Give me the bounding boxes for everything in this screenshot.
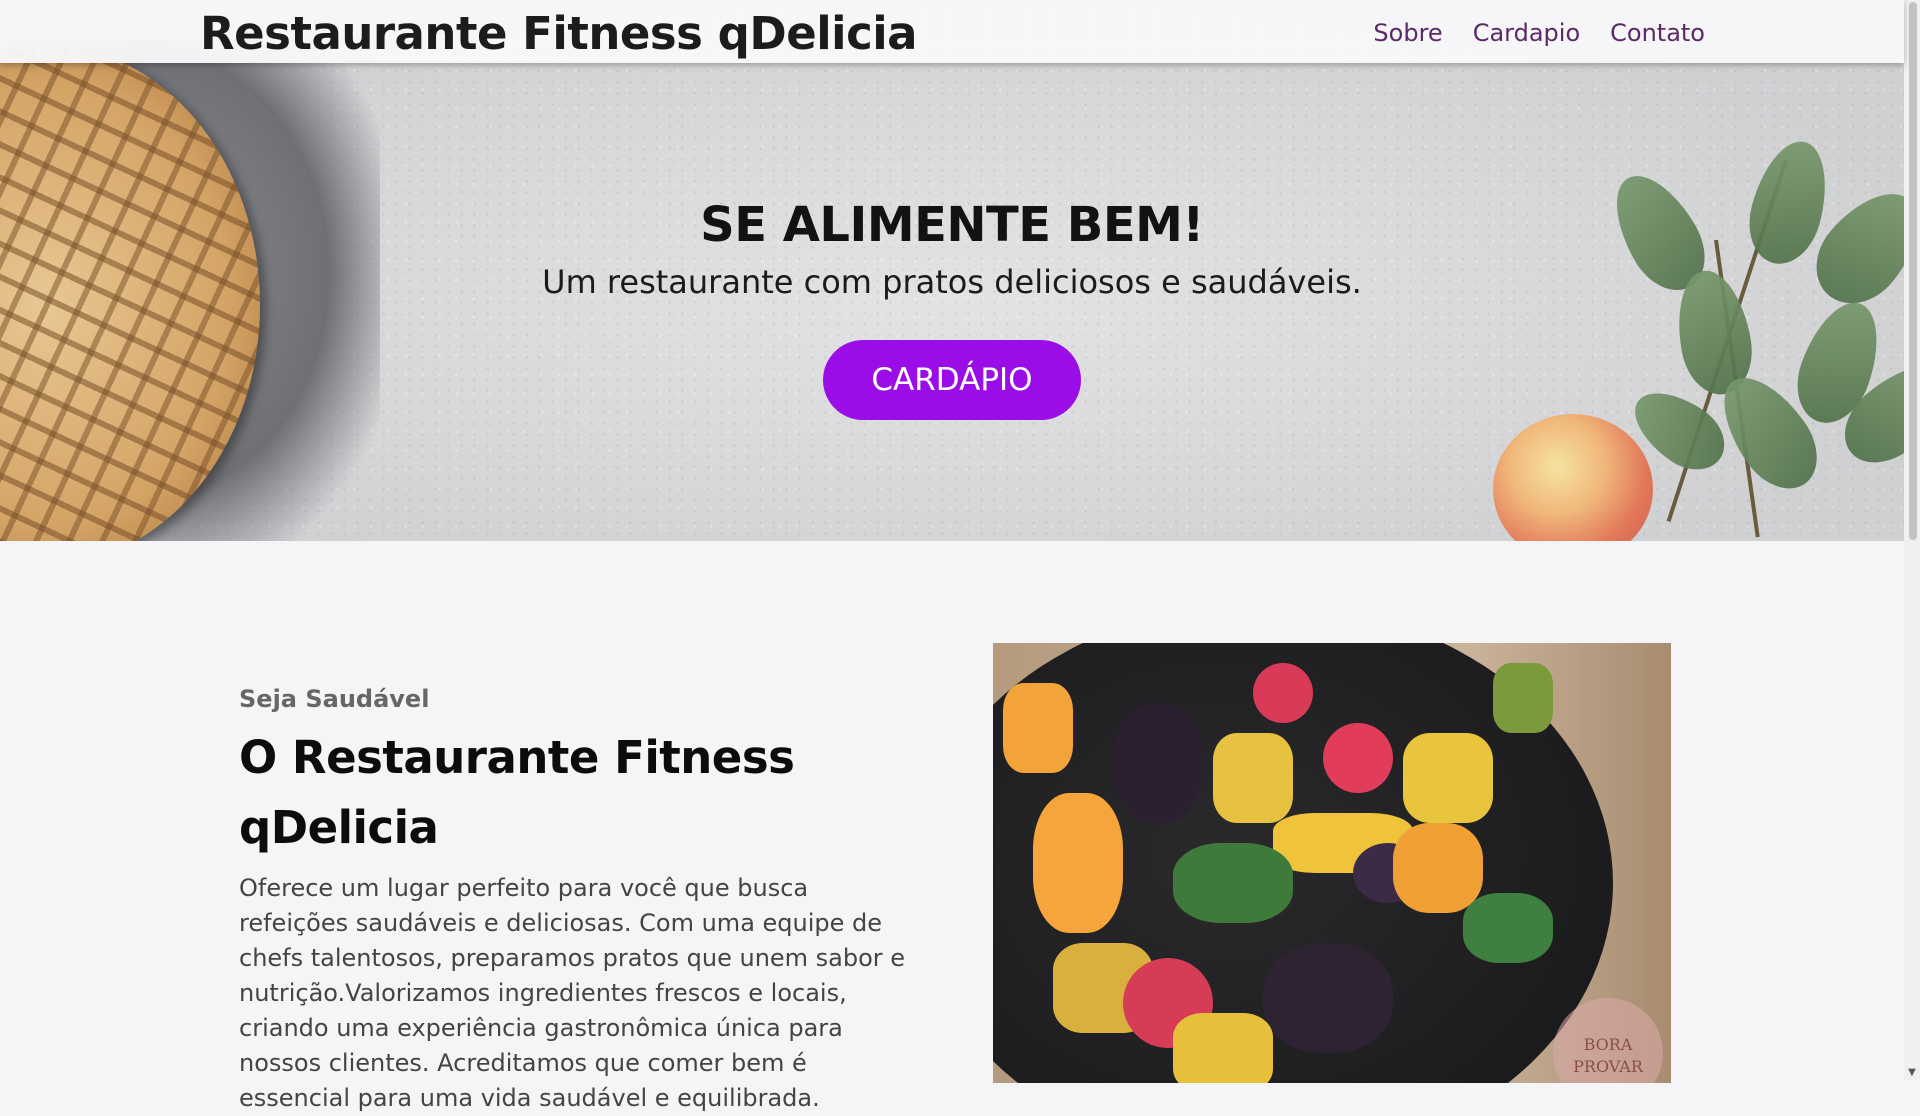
nav-link-cardapio[interactable]: Cardapio [1473, 17, 1580, 49]
about-kicker: Seja Saudável [239, 685, 430, 713]
about-title: O Restaurante Fitness qDelicia [239, 723, 919, 863]
main-nav: Sobre Cardapio Contato [1373, 17, 1705, 49]
hero-title: SE ALIMENTE BEM! [700, 197, 1204, 253]
menu-button[interactable]: CARDÁPIO [823, 340, 1081, 420]
scrollbar-thumb[interactable] [1909, 2, 1917, 540]
hero-content: SE ALIMENTE BEM! Um restaurante com prat… [0, 194, 1904, 420]
top-navbar: Restaurante Fitness qDelicia Sobre Carda… [0, 0, 1904, 63]
salad-image: BORA PROVAR [993, 643, 1671, 1083]
hero-banner: SE ALIMENTE BEM! Um restaurante com prat… [0, 0, 1904, 541]
scroll-down-arrow-icon[interactable]: ▼ [1907, 1068, 1917, 1078]
page-scrollbar[interactable]: ▼ [1904, 0, 1920, 1080]
about-text: Seja Saudável O Restaurante Fitness qDel… [239, 681, 919, 1116]
about-title-line1: O Restaurante Fitness [239, 731, 795, 784]
about-body: Oferece um lugar perfeito para você que … [239, 874, 906, 1112]
nav-link-sobre[interactable]: Sobre [1373, 17, 1442, 49]
hero-subtitle: Um restaurante com pratos deliciosos e s… [542, 263, 1362, 301]
stamp-line1: BORA [1583, 1035, 1633, 1054]
stamp-line2: PROVAR [1573, 1057, 1643, 1076]
nav-link-contato[interactable]: Contato [1610, 17, 1705, 49]
about-title-line2: qDelicia [239, 801, 439, 854]
brand-title[interactable]: Restaurante Fitness qDelicia [200, 4, 918, 64]
